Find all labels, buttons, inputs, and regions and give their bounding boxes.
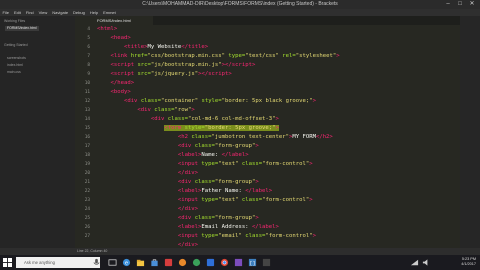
code-line: <html> xyxy=(97,26,118,32)
code-line: </div> xyxy=(177,170,199,176)
menu-view[interactable]: View xyxy=(36,9,50,16)
app-icon-red[interactable] xyxy=(164,258,173,267)
code-line: <link href="css/bootstrap.min.css" type=… xyxy=(110,53,340,59)
code-line: <div class="row"> xyxy=(137,107,195,113)
menu-help[interactable]: Help xyxy=(87,9,100,16)
line-number: 9 xyxy=(87,72,90,77)
code-editor[interactable]: FORMS/index.html <html> <head> <title>My… xyxy=(93,16,460,248)
task-view-icon[interactable] xyxy=(108,258,117,267)
code-line: <body> xyxy=(110,89,131,95)
code-line-highlighted: <form style="border: 5px groove;"> xyxy=(164,125,279,131)
clock-date: 4/1/2017 xyxy=(461,262,476,266)
sidebar: Working Files FORMS/index.html Getting S… xyxy=(0,16,75,248)
code-line: </div> xyxy=(177,242,199,248)
app-icon-orange[interactable] xyxy=(178,258,187,267)
app-icon-blue[interactable] xyxy=(206,258,215,267)
code-line: <label>Father Name: </label> xyxy=(177,188,273,194)
menu-edit[interactable]: Edit xyxy=(11,9,23,16)
code-line: <div class="form-group"> xyxy=(177,215,259,221)
chrome-icon[interactable] xyxy=(220,258,229,267)
code-line: <input type="text" class="form-control"> xyxy=(177,197,313,203)
project-file-index[interactable]: index.html xyxy=(5,63,25,68)
app-icon-green[interactable] xyxy=(192,258,201,267)
line-number: 15 xyxy=(84,126,90,131)
line-number: 25 xyxy=(84,216,90,221)
project-file-main-css[interactable]: main.css xyxy=(5,70,23,75)
visual-studio-icon[interactable] xyxy=(234,258,243,267)
line-number: 14 xyxy=(84,117,90,122)
project-file-screenshots[interactable]: screenshots xyxy=(5,56,28,61)
window-title: C:\Users\MOHAMMAD-DIR\Desktop\FORMS\FORM… xyxy=(142,1,338,7)
microphone-icon[interactable] xyxy=(92,258,101,267)
line-number: 19 xyxy=(84,162,90,167)
brackets-icon[interactable]: [] xyxy=(248,258,257,267)
volume-icon[interactable] xyxy=(422,258,431,267)
code-line: <script src="js/jquery.js"></script> xyxy=(110,71,232,77)
line-number: 17 xyxy=(84,144,90,149)
line-number: 18 xyxy=(84,153,90,158)
editor-tab[interactable]: FORMS/index.html xyxy=(93,16,153,25)
editor-tab-bar: FORMS/index.html xyxy=(93,16,460,25)
editor-scrollbar[interactable] xyxy=(460,16,480,248)
line-number: 7 xyxy=(87,54,90,59)
line-number: 27 xyxy=(84,234,90,239)
line-number: 20 xyxy=(84,171,90,176)
line-number-gutter: 4 5 6 7 8 9 10 11 12 13 14 15 16 17 18 1… xyxy=(75,16,93,248)
menu-debug[interactable]: Debug xyxy=(71,9,88,16)
working-file-item[interactable]: FORMS/index.html xyxy=(5,26,39,31)
menu-find[interactable]: Find xyxy=(23,9,36,16)
line-number: 11 xyxy=(84,90,90,95)
code-line: <div class="container" style="border: 5p… xyxy=(123,98,316,104)
maximize-icon[interactable]: □ xyxy=(454,0,466,9)
app-icon-dark[interactable] xyxy=(262,258,271,267)
minimize-icon[interactable]: – xyxy=(442,0,454,9)
menu-file[interactable]: File xyxy=(0,9,11,16)
code-line: </head> xyxy=(110,80,135,86)
line-number: 13 xyxy=(84,108,90,113)
line-number: 23 xyxy=(84,198,90,203)
code-line: <input type="text" class="form-control"> xyxy=(177,161,313,167)
windows-taskbar: Ask me anything e [] 5:23 PM 4/1/2017 xyxy=(0,255,480,270)
svg-text:e: e xyxy=(125,260,128,266)
line-number: 8 xyxy=(87,63,90,68)
line-number: 22 xyxy=(84,189,90,194)
edge-browser-icon[interactable]: e xyxy=(122,258,131,267)
line-number: 24 xyxy=(84,207,90,212)
code-line: <script src="js/bootstrap.min.js"></scri… xyxy=(110,62,256,68)
menu-emmet[interactable]: Emmet xyxy=(101,9,119,16)
code-line: <head> xyxy=(110,35,131,41)
code-line: <input type="email" class="form-control"… xyxy=(177,233,316,239)
line-number: 26 xyxy=(84,225,90,230)
cursor-position: Line 22, Column 40 xyxy=(77,249,108,253)
working-files-header: Working Files xyxy=(4,19,26,23)
line-number: 5 xyxy=(87,36,90,41)
code-line: <label>Email Address: </label> xyxy=(177,224,279,230)
line-number: 16 xyxy=(84,135,90,140)
code-line: </div> xyxy=(177,206,199,212)
title-bar: C:\Users\MOHAMMAD-DIR\Desktop\FORMS\FORM… xyxy=(0,0,480,9)
store-icon[interactable] xyxy=(150,258,159,267)
taskbar-search-input[interactable]: Ask me anything xyxy=(16,257,100,268)
line-number: 4 xyxy=(87,27,90,32)
network-icon[interactable] xyxy=(410,258,419,267)
code-line: <h2 class="jumbotron text-center">MY FOR… xyxy=(177,134,333,140)
code-line: <div class="form-group"> xyxy=(177,143,259,149)
status-bar: Line 22, Column 40 xyxy=(0,248,480,255)
svg-text:[]: [] xyxy=(250,261,256,267)
file-explorer-icon[interactable] xyxy=(136,258,145,267)
line-number: 21 xyxy=(84,180,90,185)
line-number: 10 xyxy=(84,81,90,86)
menu-navigate[interactable]: Navigate xyxy=(50,9,71,16)
code-line: <label>Name: </label> xyxy=(177,152,249,158)
close-icon[interactable]: ✕ xyxy=(466,0,478,9)
project-header[interactable]: Getting Started xyxy=(4,43,28,47)
line-number: 6 xyxy=(87,45,90,50)
menu-bar: File Edit Find View Navigate Debug Help … xyxy=(0,9,480,16)
line-number: 12 xyxy=(84,99,90,104)
code-line: <div class="form-group"> xyxy=(177,179,259,185)
windows-start-icon[interactable] xyxy=(3,258,12,267)
code-line: <title>My Website</title> xyxy=(123,44,209,50)
code-line: <div class="col-md-6 col-md-offset-3"> xyxy=(150,116,279,122)
taskbar-clock[interactable]: 5:23 PM 4/1/2017 xyxy=(461,257,476,267)
